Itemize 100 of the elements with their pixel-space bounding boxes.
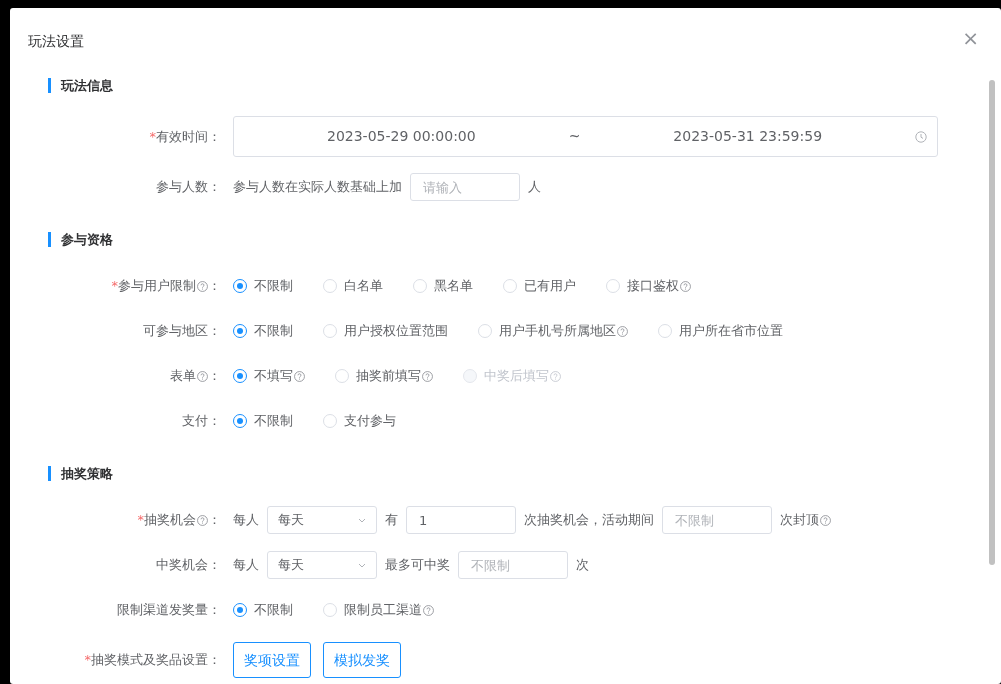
required-asterisk: * bbox=[84, 651, 91, 670]
field-label: 有效时间 bbox=[156, 127, 208, 146]
inline-text: 次 bbox=[576, 556, 589, 575]
radio-button[interactable] bbox=[233, 279, 247, 293]
radio-option[interactable]: 白名单 bbox=[323, 276, 383, 296]
field-label: 参与用户限制 bbox=[118, 277, 196, 296]
radio-button[interactable] bbox=[233, 603, 247, 617]
help-icon[interactable] bbox=[197, 514, 208, 526]
inline-text: 次抽奖机会，活动期间 bbox=[524, 511, 654, 530]
radio-option[interactable]: 支付参与 bbox=[323, 411, 396, 431]
field-label: 表单 bbox=[170, 367, 196, 386]
radio-option[interactable]: 限制员工渠道 bbox=[323, 600, 434, 620]
radio-label: 不限制 bbox=[254, 322, 293, 341]
radio-label: 已有用户 bbox=[524, 277, 576, 296]
label-colon: ： bbox=[208, 651, 221, 670]
label-colon: ： bbox=[208, 412, 221, 431]
radio-button[interactable] bbox=[233, 369, 247, 383]
input-field[interactable]: 不限制 bbox=[458, 551, 568, 579]
radio-option[interactable]: 不限制 bbox=[233, 600, 293, 620]
radio-option[interactable]: 黑名单 bbox=[413, 276, 473, 296]
radio-label: 中奖后填写 bbox=[484, 367, 549, 386]
field-label: 限制渠道发奖量 bbox=[117, 601, 208, 620]
start-date: 2023-05-29 00:00:00 bbox=[325, 127, 477, 146]
radio-label: 用户手机号所属地区 bbox=[499, 322, 616, 341]
radio-option[interactable]: 接口鉴权 bbox=[606, 276, 691, 296]
input-field[interactable]: 不限制 bbox=[662, 506, 772, 534]
help-icon[interactable] bbox=[422, 370, 433, 382]
label-colon: ： bbox=[208, 322, 221, 341]
help-icon[interactable] bbox=[617, 325, 628, 337]
radio-label: 不限制 bbox=[254, 601, 293, 620]
chevron-down-icon bbox=[358, 517, 366, 523]
radio-button[interactable] bbox=[233, 324, 247, 338]
outline-button[interactable]: 奖项设置 bbox=[233, 642, 311, 678]
radio-option[interactable]: 用户授权位置范围 bbox=[323, 321, 448, 341]
field-label: 参与人数 bbox=[156, 178, 208, 197]
radio-label: 白名单 bbox=[344, 277, 383, 296]
label-colon: ： bbox=[208, 367, 221, 386]
inline-text: 参与人数在实际人数基础上加 bbox=[233, 178, 402, 197]
field-label: 抽奖模式及奖品设置 bbox=[91, 651, 208, 670]
field-label: 支付 bbox=[182, 412, 208, 431]
end-date: 2023-05-31 23:59:59 bbox=[672, 127, 824, 146]
label-colon: ： bbox=[208, 511, 221, 530]
required-asterisk: * bbox=[149, 127, 156, 146]
clock-icon bbox=[915, 130, 927, 143]
inline-text: 有 bbox=[385, 511, 398, 530]
inline-text: 每人 bbox=[233, 511, 259, 530]
label-colon: ： bbox=[208, 127, 221, 146]
help-icon[interactable] bbox=[820, 514, 831, 526]
select-value: 每天 bbox=[278, 511, 304, 530]
inline-text: 次封顶 bbox=[780, 511, 819, 530]
outline-button[interactable]: 模拟发奖 bbox=[323, 642, 401, 678]
radio-label: 用户所在省市位置 bbox=[679, 322, 783, 341]
radio-option[interactable]: 用户所在省市位置 bbox=[658, 321, 783, 341]
section-title: 抽奖策略 bbox=[48, 466, 113, 481]
input-field[interactable]: 请输入 bbox=[410, 173, 520, 201]
date-range-field[interactable]: 2023-05-29 00:00:00 ~ 2023-05-31 23:59:59 bbox=[233, 116, 938, 157]
radio-label: 限制员工渠道 bbox=[344, 601, 422, 620]
field-label: 抽奖机会 bbox=[144, 511, 196, 530]
radio-option[interactable]: 抽奖前填写 bbox=[335, 366, 433, 386]
radio-option[interactable]: 不限制 bbox=[233, 411, 293, 431]
label-colon: ： bbox=[208, 277, 221, 296]
help-icon[interactable] bbox=[680, 280, 691, 292]
field-label: 中奖机会 bbox=[156, 556, 208, 575]
help-icon[interactable] bbox=[197, 370, 208, 382]
radio-label: 用户授权位置范围 bbox=[344, 322, 448, 341]
radio-label: 支付参与 bbox=[344, 412, 396, 431]
radio-option[interactable]: 已有用户 bbox=[503, 276, 576, 296]
section-title: 参与资格 bbox=[48, 232, 113, 247]
radio-label: 不限制 bbox=[254, 412, 293, 431]
label-colon: ： bbox=[208, 178, 221, 197]
radio-label: 接口鉴权 bbox=[627, 277, 679, 296]
help-icon[interactable] bbox=[294, 370, 305, 382]
radio-option[interactable]: 用户手机号所属地区 bbox=[478, 321, 628, 341]
field-label: 可参与地区 bbox=[143, 322, 208, 341]
section-title: 玩法信息 bbox=[48, 78, 113, 93]
radio-button[interactable] bbox=[233, 414, 247, 428]
scrollbar-thumb[interactable] bbox=[989, 80, 995, 565]
select-value: 每天 bbox=[278, 556, 304, 575]
inline-text: 最多可中奖 bbox=[385, 556, 450, 575]
radio-label: 抽奖前填写 bbox=[356, 367, 421, 386]
required-asterisk: * bbox=[111, 277, 118, 296]
help-icon[interactable] bbox=[197, 280, 208, 292]
chevron-down-icon bbox=[358, 562, 366, 568]
dialog-title: 玩法设置 bbox=[28, 33, 84, 49]
radio-label: 不限制 bbox=[254, 277, 293, 296]
radio-label: 黑名单 bbox=[434, 277, 473, 296]
radio-option[interactable]: 不填写 bbox=[233, 366, 305, 386]
range-separator: ~ bbox=[568, 127, 581, 146]
required-asterisk: * bbox=[137, 511, 144, 530]
label-colon: ： bbox=[208, 556, 221, 575]
radio-option[interactable]: 不限制 bbox=[233, 276, 293, 296]
select-field[interactable]: 每天 bbox=[267, 506, 377, 534]
help-icon[interactable] bbox=[423, 604, 434, 616]
input-field[interactable]: 1 bbox=[406, 506, 516, 534]
radio-label: 不填写 bbox=[254, 367, 293, 386]
select-field[interactable]: 每天 bbox=[267, 551, 377, 579]
inline-text: 每人 bbox=[233, 556, 259, 575]
label-colon: ： bbox=[208, 601, 221, 620]
inline-text: 人 bbox=[528, 178, 541, 197]
radio-option[interactable]: 不限制 bbox=[233, 321, 293, 341]
